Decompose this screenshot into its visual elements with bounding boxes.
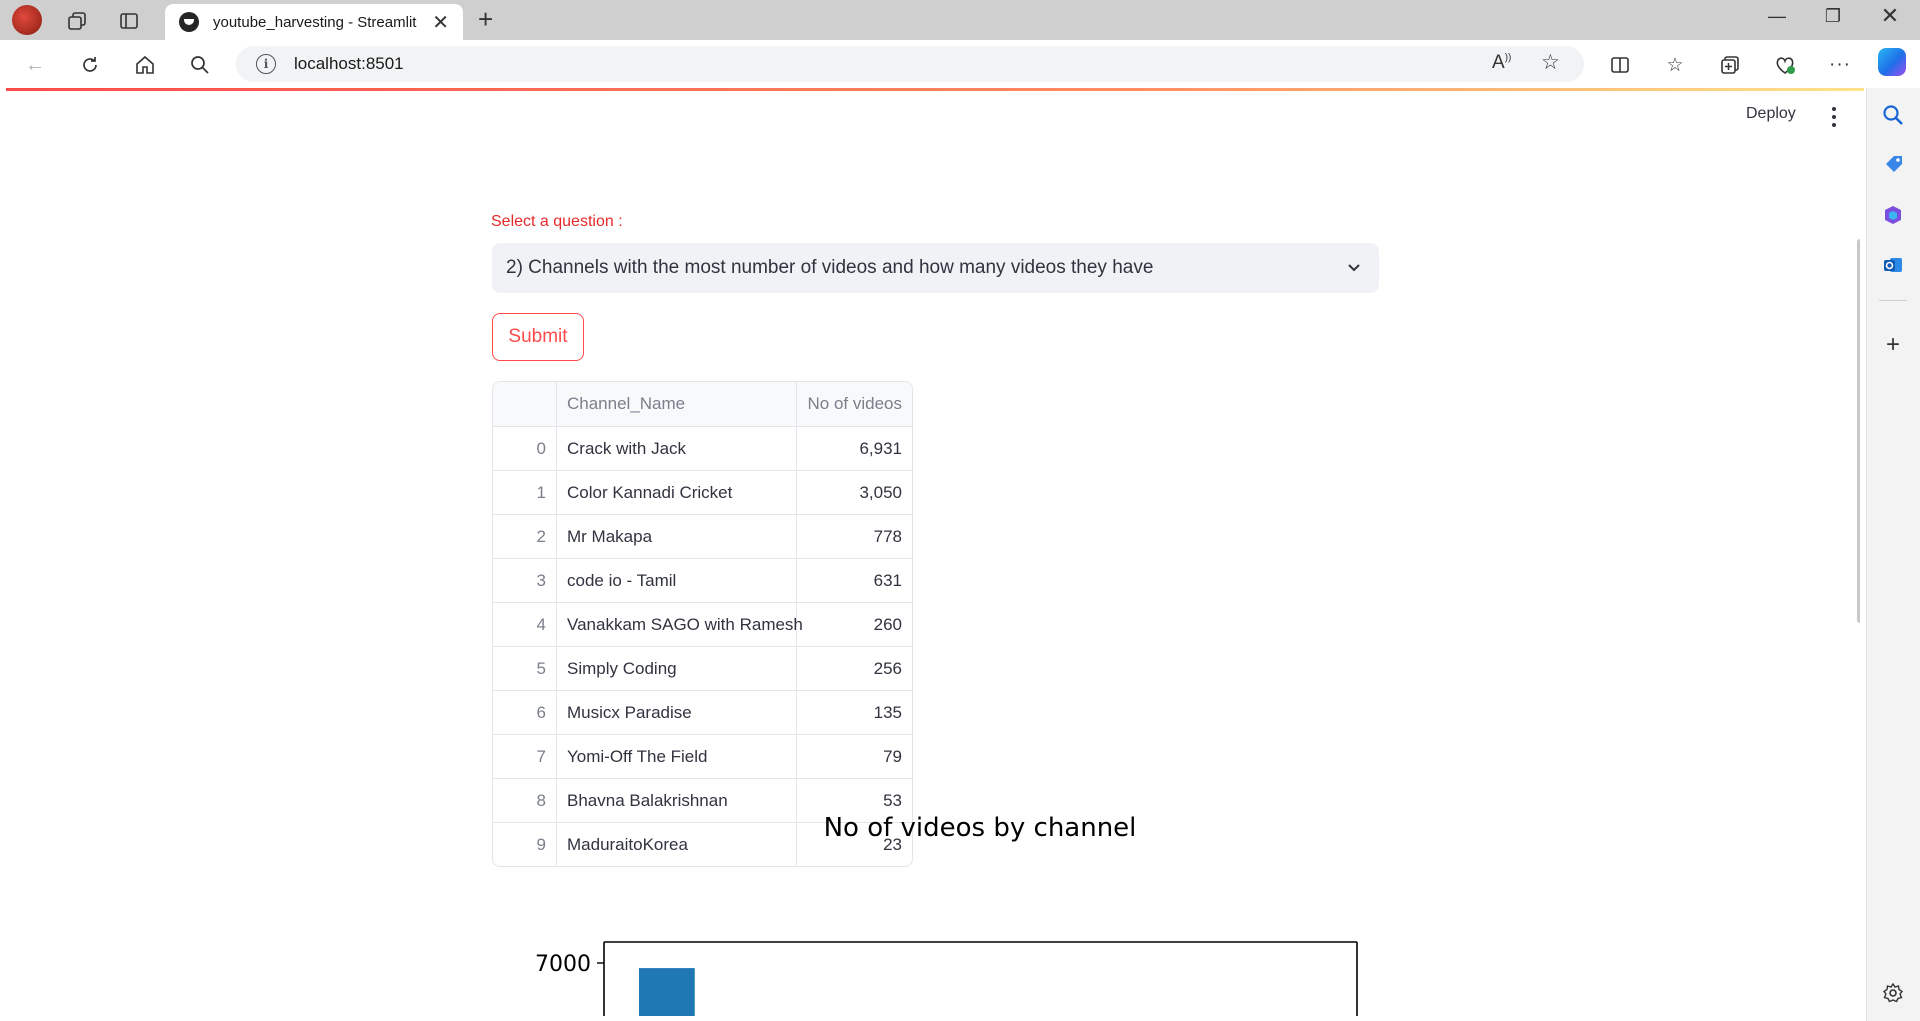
search-icon[interactable] (185, 50, 215, 80)
row-index: 9 (493, 823, 557, 866)
row-index: 2 (493, 515, 557, 558)
copilot-icon[interactable] (1878, 48, 1906, 76)
sidebar-search-icon[interactable] (1880, 102, 1906, 128)
row-index: 0 (493, 427, 557, 470)
selected-question-text: 2) Channels with the most number of vide… (506, 257, 1154, 278)
row-index: 4 (493, 603, 557, 646)
streamlit-app: Deploy Select a question : 2) Channels w… (6, 91, 1860, 1021)
main-menu-icon[interactable] (1831, 107, 1837, 127)
video-count-cell[interactable]: 79 (797, 735, 912, 778)
sidebar-outlook-icon[interactable] (1880, 252, 1906, 278)
tab-actions-icon[interactable] (114, 6, 144, 36)
channel-name-cell[interactable]: Crack with Jack (557, 427, 797, 470)
sidebar-add-icon[interactable]: + (1880, 331, 1906, 358)
channel-name-cell[interactable]: Simply Coding (557, 647, 797, 690)
submit-button[interactable]: Submit (492, 313, 584, 361)
row-index: 6 (493, 691, 557, 734)
browser-toolbar: ← i localhost:8501 A)) ☆ ☆ ··· (0, 40, 1920, 88)
sidebar-shopping-icon[interactable] (1880, 152, 1906, 178)
row-index: 7 (493, 735, 557, 778)
results-dataframe[interactable]: Channel_Name No of videos 0 Crack with J… (492, 381, 913, 867)
browser-essentials-icon[interactable] (1770, 50, 1800, 80)
video-count-cell[interactable]: 256 (797, 647, 912, 690)
address-bar[interactable]: i localhost:8501 A)) ☆ (236, 46, 1584, 82)
page-scrollbar[interactable] (1857, 239, 1860, 623)
row-index: 1 (493, 471, 557, 514)
channel-name-cell[interactable]: code io - Tamil (557, 559, 797, 602)
table-row[interactable]: 4 Vanakkam SAGO with Ramesh 260 (493, 602, 912, 646)
tab-title: youtube_harvesting - Streamlit (213, 13, 417, 31)
table-row[interactable]: 0 Crack with Jack 6,931 (493, 426, 912, 470)
new-tab-icon[interactable]: + (478, 4, 493, 35)
collections-icon[interactable] (1715, 50, 1745, 80)
favorite-star-icon[interactable]: ☆ (1541, 50, 1560, 75)
edge-sidebar: + (1866, 88, 1920, 1021)
refresh-icon[interactable] (75, 50, 105, 80)
channel-name-cell[interactable]: Musicx Paradise (557, 691, 797, 734)
sidebar-settings-gear-icon[interactable] (1880, 980, 1906, 1006)
video-count-cell[interactable]: 135 (797, 691, 912, 734)
site-info-icon[interactable]: i (256, 54, 276, 74)
active-browser-tab[interactable]: youtube_harvesting - Streamlit ✕ (165, 4, 463, 40)
row-index: 8 (493, 779, 557, 822)
video-count-cell[interactable]: 6,931 (797, 427, 912, 470)
channel-name-cell[interactable]: Color Kannadi Cricket (557, 471, 797, 514)
profile-avatar-icon[interactable] (12, 5, 42, 35)
chevron-down-icon (1348, 264, 1360, 272)
header-index-cell (493, 382, 557, 426)
video-count-cell[interactable]: 260 (797, 603, 912, 646)
table-row[interactable]: 2 Mr Makapa 778 (493, 514, 912, 558)
home-icon[interactable] (130, 50, 160, 80)
video-count-cell[interactable]: 3,050 (797, 471, 912, 514)
header-channel-name[interactable]: Channel_Name (557, 382, 797, 426)
table-row[interactable]: 3 code io - Tamil 631 (493, 558, 912, 602)
browser-tab-bar: youtube_harvesting - Streamlit ✕ + — ❐ ✕ (0, 0, 1920, 40)
header-no-of-videos[interactable]: No of videos (797, 382, 912, 426)
chart-title: No of videos by channel (823, 813, 1137, 843)
sidebar-microsoft365-icon[interactable] (1880, 202, 1906, 228)
minimize-icon[interactable]: — (1757, 6, 1797, 27)
channel-name-cell[interactable]: Mr Makapa (557, 515, 797, 558)
question-select[interactable]: 2) Channels with the most number of vide… (492, 243, 1379, 293)
restore-icon[interactable]: ❐ (1813, 6, 1853, 27)
split-screen-icon[interactable] (1605, 50, 1635, 80)
table-row[interactable]: 7 Yomi-Off The Field 79 (493, 734, 912, 778)
table-row[interactable]: 6 Musicx Paradise 135 (493, 690, 912, 734)
table-row[interactable]: 1 Color Kannadi Cricket 3,050 (493, 470, 912, 514)
sidebar-divider (1879, 300, 1907, 301)
deploy-button[interactable]: Deploy (1746, 105, 1796, 123)
table-row[interactable]: 5 Simply Coding 256 (493, 646, 912, 690)
close-tab-icon[interactable]: ✕ (432, 10, 449, 35)
channel-name-cell[interactable]: Yomi-Off The Field (557, 735, 797, 778)
row-index: 3 (493, 559, 557, 602)
channel-name-cell[interactable]: Vanakkam SAGO with Ramesh (557, 603, 803, 646)
back-icon[interactable]: ← (20, 50, 50, 80)
question-select-label: Select a question : (491, 213, 623, 230)
table-header-row: Channel_Name No of videos (493, 382, 912, 426)
close-window-icon[interactable]: ✕ (1870, 3, 1910, 29)
streamlit-favicon-icon (179, 12, 199, 32)
video-count-cell[interactable]: 778 (797, 515, 912, 558)
workspaces-icon[interactable] (62, 6, 92, 36)
video-count-cell[interactable]: 631 (797, 559, 912, 602)
favorites-icon[interactable]: ☆ (1660, 50, 1690, 80)
url-text: localhost:8501 (294, 54, 404, 73)
settings-more-icon[interactable]: ··· (1825, 50, 1855, 80)
row-index: 5 (493, 647, 557, 690)
read-aloud-icon[interactable]: A)) (1492, 52, 1511, 74)
